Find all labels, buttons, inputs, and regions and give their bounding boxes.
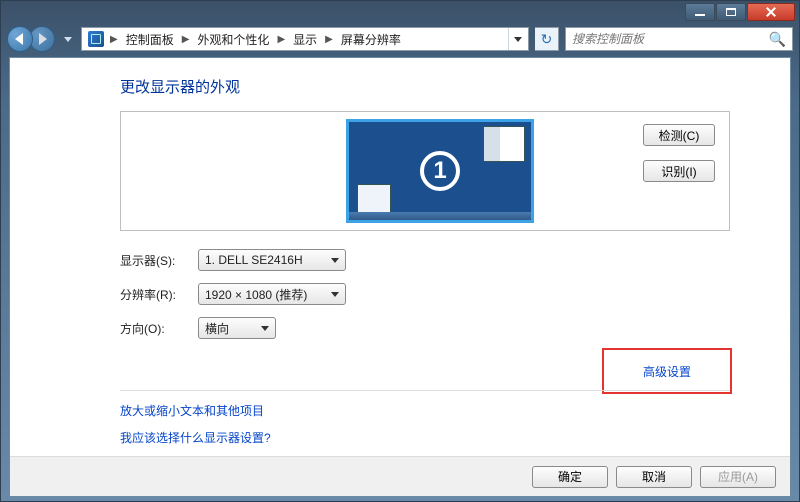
dialog-footer: 确定 取消 应用(A) xyxy=(10,456,790,496)
chevron-down-icon xyxy=(331,292,339,297)
orientation-value: 横向 xyxy=(205,320,229,337)
display-value: 1. DELL SE2416H xyxy=(205,253,303,267)
cancel-button[interactable]: 取消 xyxy=(616,466,692,488)
search-box[interactable]: 🔍 xyxy=(565,27,793,51)
breadcrumb-dropdown[interactable] xyxy=(508,28,526,50)
breadcrumb-sep-icon: ▶ xyxy=(275,34,287,45)
page-title: 更改显示器的外观 xyxy=(120,76,730,97)
page-inner: 更改显示器的外观 1 检测(C) 识别(I) 显示器(S): 1. DE xyxy=(10,58,790,496)
close-button[interactable] xyxy=(747,3,795,21)
preview-window-icon xyxy=(483,126,525,162)
address-bar-row: ▶ 控制面板 ▶ 外观和个性化 ▶ 显示 ▶ 屏幕分辨率 ↻ 🔍 xyxy=(1,23,799,55)
monitor-preview[interactable]: 1 xyxy=(346,119,534,223)
breadcrumb-sep-icon: ▶ xyxy=(108,34,120,45)
back-button[interactable] xyxy=(7,26,33,52)
nav-arrows xyxy=(7,26,55,52)
display-row: 显示器(S): 1. DELL SE2416H xyxy=(120,249,730,271)
chevron-down-icon xyxy=(64,37,72,42)
resolution-value: 1920 × 1080 (推荐) xyxy=(205,286,307,303)
orientation-row: 方向(O): 横向 xyxy=(120,317,730,339)
monitor-arrangement-box: 1 检测(C) 识别(I) xyxy=(120,111,730,231)
apply-button[interactable]: 应用(A) xyxy=(700,466,776,488)
resolution-dropdown[interactable]: 1920 × 1080 (推荐) xyxy=(198,283,346,305)
orientation-label: 方向(O): xyxy=(120,320,198,337)
close-icon xyxy=(765,6,777,18)
history-dropdown[interactable] xyxy=(61,26,75,52)
breadcrumb-item-appearance[interactable]: 外观和个性化 xyxy=(191,28,275,50)
chevron-down-icon xyxy=(261,326,269,331)
content-pane: 更改显示器的外观 1 检测(C) 识别(I) 显示器(S): 1. DE xyxy=(9,57,791,497)
resolution-row: 分辨率(R): 1920 × 1080 (推荐) xyxy=(120,283,730,305)
orientation-dropdown[interactable]: 横向 xyxy=(198,317,276,339)
display-label: 显示器(S): xyxy=(120,252,198,269)
minimize-icon xyxy=(695,14,705,16)
resolution-label: 分辨率(R): xyxy=(120,286,198,303)
breadcrumb[interactable]: ▶ 控制面板 ▶ 外观和个性化 ▶ 显示 ▶ 屏幕分辨率 xyxy=(81,27,529,51)
breadcrumb-item-display[interactable]: 显示 xyxy=(287,28,323,50)
which-display-link[interactable]: 我应该选择什么显示器设置? xyxy=(120,429,271,446)
breadcrumb-item-control-panel[interactable]: 控制面板 xyxy=(120,28,180,50)
text-size-link[interactable]: 放大或缩小文本和其他项目 xyxy=(120,402,271,419)
chevron-down-icon xyxy=(331,258,339,263)
window-frame: ▶ 控制面板 ▶ 外观和个性化 ▶ 显示 ▶ 屏幕分辨率 ↻ 🔍 更改显示器的外… xyxy=(0,0,800,502)
breadcrumb-sep-icon: ▶ xyxy=(323,34,335,45)
search-icon: 🔍 xyxy=(769,31,786,48)
separator xyxy=(120,390,730,391)
advanced-settings-link[interactable]: 高级设置 xyxy=(643,363,691,380)
monitor-number-badge: 1 xyxy=(420,151,460,191)
breadcrumb-sep-icon: ▶ xyxy=(180,34,192,45)
maximize-icon xyxy=(726,8,736,16)
monitor-side-buttons: 检测(C) 识别(I) xyxy=(643,124,715,182)
advanced-settings-highlight: 高级设置 xyxy=(602,348,732,394)
display-dropdown[interactable]: 1. DELL SE2416H xyxy=(198,249,346,271)
maximize-button[interactable] xyxy=(716,3,746,21)
preview-taskbar-icon xyxy=(349,212,531,220)
refresh-icon: ↻ xyxy=(541,31,553,48)
minimize-button[interactable] xyxy=(685,3,715,21)
detect-button[interactable]: 检测(C) xyxy=(643,124,715,146)
breadcrumb-item-resolution[interactable]: 屏幕分辨率 xyxy=(335,28,407,50)
bottom-links: 放大或缩小文本和其他项目 我应该选择什么显示器设置? xyxy=(120,402,271,446)
arrow-right-icon xyxy=(39,33,47,45)
settings-form: 显示器(S): 1. DELL SE2416H 分辨率(R): 1920 × 1… xyxy=(120,249,730,339)
refresh-button[interactable]: ↻ xyxy=(535,27,559,51)
control-panel-icon xyxy=(88,31,104,47)
arrow-left-icon xyxy=(15,33,23,45)
ok-button[interactable]: 确定 xyxy=(532,466,608,488)
titlebar xyxy=(1,1,799,23)
chevron-down-icon xyxy=(514,37,522,42)
identify-button[interactable]: 识别(I) xyxy=(643,160,715,182)
preview-window-icon xyxy=(357,184,391,214)
search-input[interactable] xyxy=(572,32,763,46)
